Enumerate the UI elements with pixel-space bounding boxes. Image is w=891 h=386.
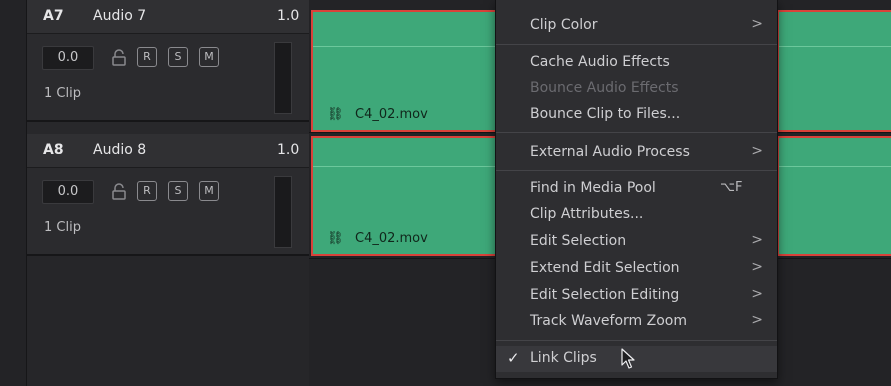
track-id: A7	[43, 8, 64, 24]
waveform-line	[779, 46, 891, 47]
chevron-right-icon: >	[751, 143, 763, 159]
track-level: 1.0	[277, 142, 300, 158]
menu-item-track-waveform-zoom[interactable]: Track Waveform Zoom >	[496, 309, 777, 335]
audio-clip-a7[interactable]: ⛓ C4_02.mov	[311, 10, 511, 132]
mute-button[interactable]: M	[199, 47, 219, 67]
clip-count: 1 Clip	[44, 220, 81, 235]
clip-count: 1 Clip	[44, 86, 81, 101]
track-gutter	[0, 0, 27, 386]
chevron-right-icon: >	[751, 232, 763, 248]
menu-item-edit-selection-editing[interactable]: Edit Selection Editing >	[496, 283, 777, 309]
audio-clip-a8-continued[interactable]	[777, 136, 891, 256]
menu-separator	[496, 44, 777, 45]
volume-field[interactable]: 0.0	[42, 180, 94, 204]
audio-clip-a7-continued[interactable]	[777, 10, 891, 132]
solo-button[interactable]: S	[168, 47, 188, 67]
shortcut-label: ⌥F	[720, 180, 743, 195]
waveform-line	[779, 166, 891, 167]
menu-item-bounce-audio-effects: Bounce Audio Effects	[530, 80, 679, 96]
menu-item-cache-audio-effects[interactable]: Cache Audio Effects	[496, 50, 777, 76]
mute-button[interactable]: M	[199, 181, 219, 201]
lock-icon[interactable]	[111, 183, 127, 201]
menu-item-link-clips[interactable]: ✓ Link Clips	[496, 346, 777, 372]
menu-item-find-in-media-pool[interactable]: Find in Media Pool ⌥F	[496, 176, 777, 202]
record-arm-button[interactable]: R	[137, 47, 157, 67]
audio-clip-a8[interactable]: ⛓ C4_02.mov	[311, 136, 511, 256]
link-icon: ⛓	[327, 107, 344, 122]
menu-item-edit-selection[interactable]: Edit Selection >	[496, 229, 777, 255]
audio-meter	[274, 176, 292, 248]
menu-item-external-audio-process[interactable]: External Audio Process >	[496, 140, 777, 166]
track-name[interactable]: Audio 8	[93, 142, 146, 158]
chevron-right-icon: >	[751, 259, 763, 275]
menu-item-extend-edit-selection[interactable]: Extend Edit Selection >	[496, 256, 777, 282]
waveform-line	[313, 46, 509, 47]
menu-item-clip-color[interactable]: Clip Color >	[496, 13, 777, 39]
track-name[interactable]: Audio 7	[93, 8, 146, 24]
track-header-title-bar: A8 Audio 8 1.0	[27, 134, 309, 168]
track-id: A8	[43, 142, 64, 158]
solo-button[interactable]: S	[168, 181, 188, 201]
chevron-right-icon: >	[751, 16, 763, 32]
track-level: 1.0	[277, 8, 300, 24]
link-icon: ⛓	[327, 231, 344, 246]
clip-name: C4_02.mov	[355, 107, 428, 122]
chevron-right-icon: >	[751, 286, 763, 302]
waveform-line	[313, 166, 509, 167]
chevron-right-icon: >	[751, 312, 763, 328]
checkmark-icon: ✓	[507, 349, 520, 367]
clip-context-menu: Clip Color > Cache Audio Effects Bounce …	[495, 0, 778, 379]
menu-separator	[496, 170, 777, 171]
audio-meter	[274, 42, 292, 114]
lock-icon[interactable]	[111, 49, 127, 67]
track-header-a7[interactable]: A7 Audio 7 1.0 0.0 R S M 1 Clip	[27, 0, 309, 122]
track-header-a8[interactable]: A8 Audio 8 1.0 0.0 R S M 1 Clip	[27, 134, 309, 256]
menu-item-clip-attributes[interactable]: Clip Attributes...	[496, 202, 777, 228]
menu-item-bounce-clip-to-files[interactable]: Bounce Clip to Files...	[496, 102, 777, 128]
empty-track-area	[27, 256, 309, 386]
volume-field[interactable]: 0.0	[42, 46, 94, 70]
menu-separator	[496, 340, 777, 341]
record-arm-button[interactable]: R	[137, 181, 157, 201]
track-headers-panel: A7 Audio 7 1.0 0.0 R S M 1 Clip A8 Audio…	[0, 0, 309, 386]
track-header-title-bar: A7 Audio 7 1.0	[27, 0, 309, 34]
menu-separator	[496, 132, 777, 133]
clip-name: C4_02.mov	[355, 231, 428, 246]
mouse-cursor-icon	[621, 348, 635, 369]
